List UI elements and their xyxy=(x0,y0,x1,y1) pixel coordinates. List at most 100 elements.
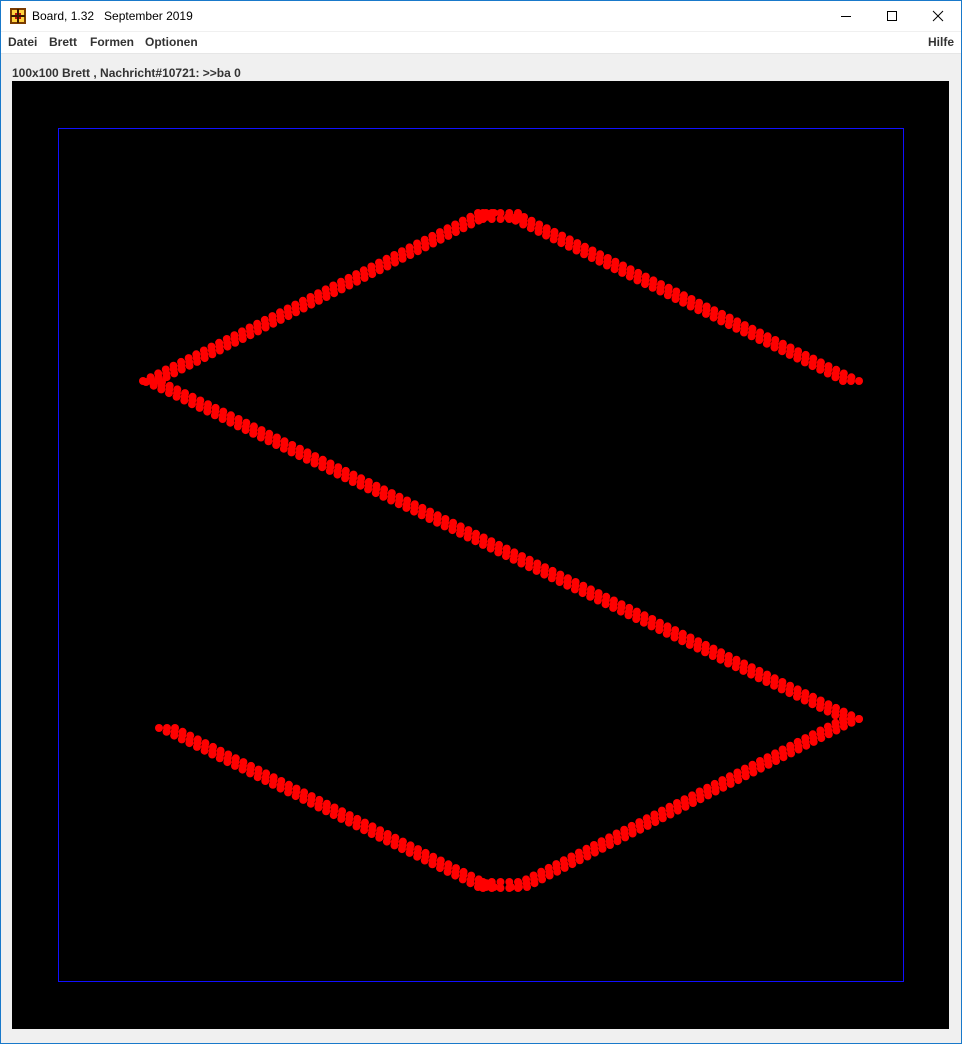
board-dot xyxy=(741,772,750,781)
menu-datei[interactable]: Datei xyxy=(8,35,37,49)
board-dot xyxy=(685,640,694,649)
minimize-button[interactable] xyxy=(823,1,869,31)
board-dot xyxy=(613,837,622,846)
board-canvas[interactable] xyxy=(12,81,949,1029)
board-dot xyxy=(494,548,503,557)
board-dot xyxy=(557,239,566,248)
board-dot xyxy=(283,304,292,313)
board-dot xyxy=(809,737,818,746)
board-dot xyxy=(306,293,315,301)
board-dot xyxy=(344,273,353,282)
board-dot xyxy=(523,883,531,891)
board-dot xyxy=(793,354,802,363)
board-dot xyxy=(318,463,327,472)
board-dot xyxy=(463,533,472,542)
board-dot xyxy=(754,674,763,683)
board-dot xyxy=(177,357,186,366)
board-dot xyxy=(325,466,334,475)
board-dot xyxy=(739,666,748,675)
menu-formen[interactable]: Formen xyxy=(90,35,134,49)
close-button[interactable] xyxy=(915,1,961,31)
menu-bar: Datei Brett Formen Optionen Hilfe xyxy=(1,32,961,54)
board-dot xyxy=(756,764,765,773)
board-dot xyxy=(276,308,284,317)
board-dot xyxy=(724,321,733,330)
board-dot xyxy=(210,411,219,420)
board-dot xyxy=(547,574,556,583)
minimize-icon xyxy=(841,16,851,17)
board-dot xyxy=(154,369,163,378)
board-dot xyxy=(545,871,554,880)
board-dot xyxy=(662,629,671,638)
board-dot xyxy=(348,478,357,486)
board-dot xyxy=(777,685,786,694)
board-dot xyxy=(184,354,193,363)
board-dot xyxy=(482,879,491,888)
maximize-button[interactable] xyxy=(869,1,915,31)
board-dot xyxy=(479,540,487,549)
board-dot xyxy=(279,444,288,453)
board-dot xyxy=(345,811,354,820)
board-dot xyxy=(639,618,648,627)
board-dot xyxy=(397,247,406,256)
board-dot xyxy=(855,715,863,723)
board-dot xyxy=(448,526,457,535)
board-dot xyxy=(452,864,460,873)
board-dot xyxy=(254,765,263,774)
board-dot xyxy=(195,403,204,412)
menu-hilfe[interactable]: Hilfe xyxy=(928,35,954,49)
board-dot xyxy=(379,492,388,501)
board-dot xyxy=(245,323,254,332)
board-dot xyxy=(188,400,196,409)
close-icon xyxy=(932,10,944,22)
menu-optionen[interactable]: Optionen xyxy=(145,35,198,49)
board-dot xyxy=(709,313,718,322)
board-dot xyxy=(779,753,788,762)
board-dot xyxy=(794,745,803,754)
board-dot xyxy=(564,242,573,251)
board-dot xyxy=(731,663,740,672)
board-dot xyxy=(583,852,592,861)
board-dot xyxy=(606,841,614,849)
board-dot xyxy=(694,306,703,315)
board-dot xyxy=(578,589,587,598)
board-dot xyxy=(530,879,539,888)
board-dot xyxy=(420,235,429,244)
board-dot xyxy=(375,258,383,267)
board-dot xyxy=(740,328,748,337)
board-dot xyxy=(732,324,741,333)
board-dot xyxy=(719,783,728,792)
board-dot xyxy=(553,867,562,876)
board-dot xyxy=(330,803,339,812)
board-dot xyxy=(226,418,235,427)
board-dot xyxy=(360,818,369,827)
board-dot xyxy=(855,377,863,385)
board-dot xyxy=(382,254,391,263)
board-dot xyxy=(402,503,411,512)
title-bar[interactable]: Board, 1.32 September 2019 xyxy=(1,1,961,31)
board-dot xyxy=(383,830,392,838)
board-dot xyxy=(785,689,794,698)
board-dot xyxy=(471,537,480,546)
board-dot xyxy=(186,731,195,740)
board-dot xyxy=(532,566,541,575)
board-dot xyxy=(514,878,522,886)
board-dot xyxy=(563,581,572,590)
board-dot xyxy=(505,878,514,886)
board-dot xyxy=(747,670,756,679)
board-dot xyxy=(398,837,407,846)
board-dot xyxy=(570,585,579,594)
menu-brett[interactable]: Brett xyxy=(49,35,77,49)
board-dot xyxy=(641,280,649,289)
board-dot xyxy=(421,848,430,857)
board-dot xyxy=(555,578,564,586)
board-dot xyxy=(302,455,311,464)
board-status-label: 100x100 Brett , Nachricht#10721: >>ba 0 xyxy=(12,66,241,80)
board-dot xyxy=(618,268,627,277)
board-dot xyxy=(708,652,717,660)
board-dot xyxy=(772,757,780,765)
board-dot xyxy=(466,212,475,221)
board-dot xyxy=(295,452,304,461)
board-dot xyxy=(284,780,293,789)
board-dot xyxy=(717,317,726,326)
